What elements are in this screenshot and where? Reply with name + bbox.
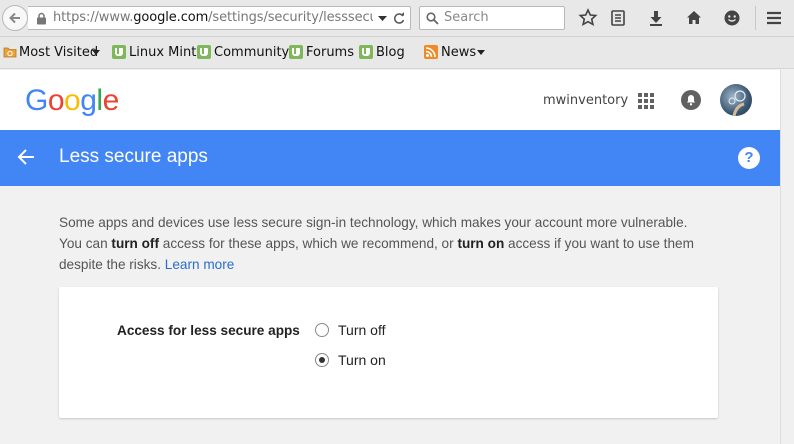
avatar[interactable] bbox=[720, 84, 752, 116]
mint-icon bbox=[197, 45, 211, 59]
apps-grid-icon[interactable] bbox=[638, 93, 654, 109]
reload-icon[interactable] bbox=[392, 11, 406, 25]
bookmark-linux-mint[interactable]: Linux Mint bbox=[112, 44, 196, 62]
lock-icon bbox=[37, 12, 46, 25]
account-username[interactable]: mwinventory bbox=[543, 93, 628, 108]
notifications-button[interactable] bbox=[681, 90, 701, 110]
search-icon bbox=[426, 12, 439, 25]
page-title-bar: Less secure apps ? bbox=[0, 130, 780, 186]
folder-icon bbox=[3, 47, 17, 58]
google-logo[interactable]: Google bbox=[25, 84, 119, 118]
bookmark-forums[interactable]: Forums bbox=[289, 44, 354, 62]
google-header: Google mwinventory bbox=[0, 70, 780, 130]
page-scrollbar[interactable] bbox=[780, 70, 794, 444]
chevron-down-icon[interactable] bbox=[378, 14, 387, 23]
download-icon[interactable] bbox=[646, 8, 666, 28]
chevron-down-icon bbox=[477, 50, 485, 55]
help-icon[interactable]: ? bbox=[738, 147, 760, 169]
arrow-left-icon[interactable] bbox=[17, 148, 35, 166]
arrow-left-icon bbox=[9, 12, 20, 24]
turn-off-label[interactable]: Turn off bbox=[338, 322, 385, 338]
reading-list-icon[interactable] bbox=[608, 8, 628, 28]
bookmark-blog[interactable]: Blog bbox=[359, 44, 405, 62]
mint-icon bbox=[112, 45, 126, 59]
learn-more-link[interactable]: Learn more bbox=[165, 257, 235, 272]
bookmark-community[interactable]: Community bbox=[197, 44, 289, 62]
mint-icon bbox=[289, 45, 303, 59]
toolbar-separator bbox=[755, 6, 756, 30]
hamburger-menu-icon[interactable] bbox=[764, 8, 784, 28]
url-text: https://www.google.com/settings/security… bbox=[53, 10, 373, 25]
search-input[interactable]: Search bbox=[419, 6, 565, 30]
search-placeholder: Search bbox=[444, 10, 489, 25]
turn-on-radio[interactable] bbox=[315, 353, 329, 367]
pocket-icon[interactable] bbox=[722, 8, 742, 28]
bookmark-news[interactable]: News bbox=[424, 44, 486, 62]
turn-on-label[interactable]: Turn on bbox=[338, 352, 386, 368]
browser-toolbar: https://www.google.com/settings/security… bbox=[0, 0, 794, 37]
chevron-down-icon bbox=[92, 50, 100, 55]
rss-icon bbox=[424, 45, 438, 59]
home-icon[interactable] bbox=[684, 8, 704, 28]
url-bar[interactable]: https://www.google.com/settings/security… bbox=[28, 6, 411, 30]
star-icon[interactable] bbox=[578, 8, 598, 28]
bell-icon bbox=[687, 95, 695, 106]
mint-icon bbox=[359, 45, 373, 59]
settings-card: Access for less secure apps Turn off Tur… bbox=[59, 287, 718, 418]
turn-off-radio[interactable] bbox=[315, 323, 329, 337]
bookmark-most-visited[interactable]: Most Visited bbox=[3, 44, 100, 62]
browser-back-button[interactable] bbox=[2, 5, 28, 31]
avatar-image bbox=[728, 90, 746, 116]
bookmarks-toolbar: Most Visited Linux Mint Community Forums… bbox=[0, 37, 794, 69]
page-title: Less secure apps bbox=[59, 146, 208, 167]
description-text: Some apps and devices use less secure si… bbox=[59, 215, 694, 272]
access-label: Access for less secure apps bbox=[117, 323, 300, 338]
page-content: Google mwinventory Less secure apps ? So… bbox=[0, 70, 794, 444]
